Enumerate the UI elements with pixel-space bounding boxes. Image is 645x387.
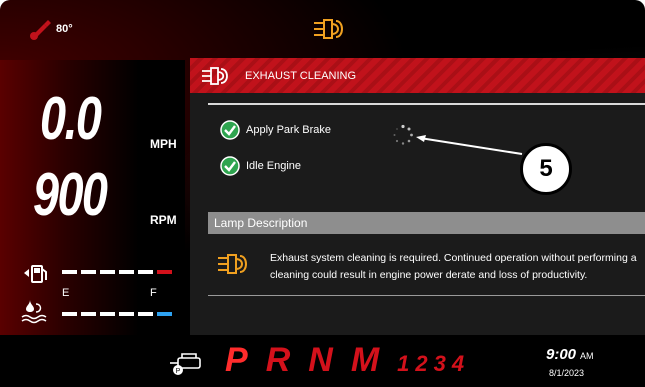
clock-date: 8/1/2023 — [549, 368, 585, 378]
rpm-unit: RPM — [150, 213, 177, 227]
speed-unit: MPH — [150, 137, 177, 151]
gear-2: 2 — [415, 351, 428, 376]
def-gauge — [62, 312, 172, 316]
gear-park: P — [225, 341, 248, 379]
gear-manual: M — [350, 341, 380, 379]
callout-marker: 5 — [520, 143, 572, 195]
gear-4: 4 — [451, 351, 465, 376]
gear-reverse: R — [265, 341, 291, 379]
svg-text:P: P — [176, 368, 181, 375]
def-fluid-icon — [21, 300, 47, 324]
fuel-gauge-segment — [62, 270, 77, 274]
fuel-gauge-segment — [138, 270, 153, 274]
gear-1: 1 — [397, 351, 410, 376]
speed-value: 0.0 — [40, 85, 102, 152]
check-icon — [220, 156, 240, 176]
clock-time-value: 9:00 — [546, 346, 577, 363]
fuel-gauge-segment — [81, 270, 96, 274]
fuel-gauge — [62, 270, 172, 274]
coolant-temp-icon — [30, 20, 51, 40]
gear-selector: P R N M 1 2 3 4 — [225, 341, 470, 380]
callout-number: 5 — [539, 155, 553, 182]
lamp-description-header: Lamp Description — [208, 212, 645, 234]
def-gauge-segment — [62, 312, 77, 316]
fuel-pump-icon — [24, 265, 47, 283]
exhaust-cleaning-icon — [218, 254, 247, 274]
park-brake-transmission-icon: P — [170, 353, 201, 375]
fuel-gauge-segment-full-mark — [157, 270, 172, 274]
clock-time: 9:00 AM — [546, 346, 594, 363]
def-gauge-segment — [81, 312, 96, 316]
def-gauge-segment — [119, 312, 134, 316]
callout-arrow — [416, 135, 523, 155]
step-apply-park-brake: Apply Park Brake — [246, 124, 331, 136]
def-gauge-segment — [100, 312, 115, 316]
check-icon — [220, 120, 240, 140]
lamp-description-title: Lamp Description — [214, 216, 308, 230]
panel-title: EXHAUST CLEANING — [245, 70, 357, 82]
coolant-temp-value: 80° — [56, 23, 73, 35]
fuel-gauge-segment — [100, 270, 115, 274]
lamp-description-text: Exhaust system cleaning is required. Con… — [270, 252, 637, 281]
exhaust-cleaning-panel: EXHAUST CLEANING Apply Park Brake Idle E… — [190, 58, 645, 335]
step-idle-engine: Idle Engine — [246, 160, 302, 172]
exhaust-cleaning-icon — [314, 19, 343, 39]
top-status-bar: 80° — [0, 0, 645, 58]
gear-3: 3 — [433, 351, 446, 376]
fuel-gauge-segment — [119, 270, 134, 274]
gauge-empty-label: E — [62, 287, 70, 299]
def-gauge-segment — [138, 312, 153, 316]
lamp-description-divider — [208, 295, 645, 296]
panel-header: EXHAUST CLEANING — [190, 58, 645, 93]
def-gauge-segment-full-mark — [157, 312, 172, 316]
panel-header-divider — [208, 103, 645, 105]
gauge-full-label: F — [150, 287, 157, 299]
display-frame: 80° 0.0 MPH 900 RPM E F EXHAUST CLEANING… — [0, 0, 645, 387]
gear-neutral: N — [308, 341, 333, 379]
exhaust-cleaning-icon — [202, 67, 228, 85]
clock-ampm: AM — [580, 351, 594, 361]
rpm-value: 900 — [33, 161, 108, 228]
